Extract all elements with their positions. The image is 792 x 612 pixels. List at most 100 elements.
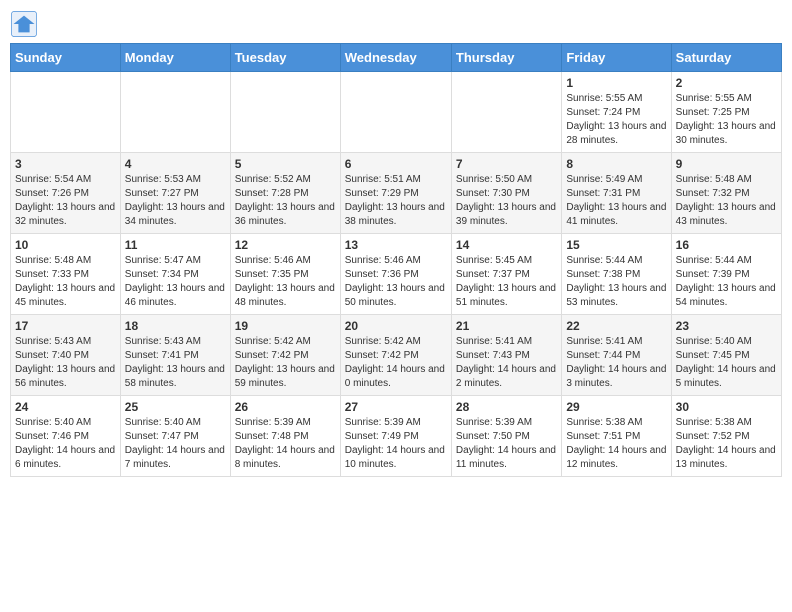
day-info: Sunrise: 5:40 AM Sunset: 7:46 PM Dayligh… (15, 416, 116, 472)
page-header (10, 10, 782, 38)
calendar-week-2: 3 Sunrise: 5:54 AM Sunset: 7:26 PM Daylig… (11, 153, 782, 234)
calendar-cell: 30 Sunrise: 5:38 AM Sunset: 7:52 PM Dayli… (671, 396, 781, 477)
calendar-cell (451, 72, 561, 153)
calendar-cell (11, 72, 121, 153)
day-info: Sunrise: 5:45 AM Sunset: 7:37 PM Dayligh… (456, 254, 557, 310)
calendar-cell: 7Sunrise: 5:50 AM Sunset: 7:30 PM Daylig… (451, 153, 561, 234)
day-info: Sunrise: 5:48 AM Sunset: 7:33 PM Dayligh… (15, 254, 116, 310)
day-number: 20 (345, 319, 447, 333)
day-info: Sunrise: 5:49 AM Sunset: 7:31 PM Dayligh… (566, 173, 666, 229)
calendar-week-1: 1Sunrise: 5:55 AM Sunset: 7:24 PM Daylig… (11, 72, 782, 153)
day-number: 13 (345, 238, 447, 252)
calendar-cell: 19 Sunrise: 5:42 AM Sunset: 7:42 PM Dayli… (230, 315, 340, 396)
day-info: Sunrise: 5:52 AM Sunset: 7:28 PM Dayligh… (235, 173, 336, 229)
day-number: 14 (456, 238, 557, 252)
calendar-cell: 29 Sunrise: 5:38 AM Sunset: 7:51 PM Dayli… (562, 396, 671, 477)
day-info: Sunrise: 5:40 AM Sunset: 7:45 PM Dayligh… (676, 335, 777, 391)
calendar-cell: 27 Sunrise: 5:39 AM Sunset: 7:49 PM Dayli… (340, 396, 451, 477)
calendar-cell: 16 Sunrise: 5:44 AM Sunset: 7:39 PM Dayli… (671, 234, 781, 315)
day-info: Sunrise: 5:39 AM Sunset: 7:48 PM Dayligh… (235, 416, 336, 472)
day-number: 30 (676, 400, 777, 414)
day-number: 26 (235, 400, 336, 414)
calendar-cell: 4Sunrise: 5:53 AM Sunset: 7:27 PM Daylig… (120, 153, 230, 234)
calendar-cell: 14 Sunrise: 5:45 AM Sunset: 7:37 PM Dayli… (451, 234, 561, 315)
day-info: Sunrise: 5:39 AM Sunset: 7:49 PM Dayligh… (345, 416, 447, 472)
day-info: Sunrise: 5:51 AM Sunset: 7:29 PM Dayligh… (345, 173, 447, 229)
calendar-week-4: 17 Sunrise: 5:43 AM Sunset: 7:40 PM Dayli… (11, 315, 782, 396)
calendar-cell: 22Sunrise: 5:41 AM Sunset: 7:44 PM Dayli… (562, 315, 671, 396)
day-number: 25 (125, 400, 226, 414)
calendar-cell: 11Sunrise: 5:47 AM Sunset: 7:34 PM Dayli… (120, 234, 230, 315)
calendar-cell: 8 Sunrise: 5:49 AM Sunset: 7:31 PM Daylig… (562, 153, 671, 234)
calendar-cell: 23 Sunrise: 5:40 AM Sunset: 7:45 PM Dayli… (671, 315, 781, 396)
day-info: Sunrise: 5:47 AM Sunset: 7:34 PM Dayligh… (125, 254, 226, 310)
header-cell-monday: Monday (120, 44, 230, 72)
day-info: Sunrise: 5:40 AM Sunset: 7:47 PM Dayligh… (125, 416, 226, 472)
calendar-cell: 15 Sunrise: 5:44 AM Sunset: 7:38 PM Dayli… (562, 234, 671, 315)
calendar-cell (230, 72, 340, 153)
day-number: 19 (235, 319, 336, 333)
calendar-cell: 20 Sunrise: 5:42 AM Sunset: 7:42 PM Dayli… (340, 315, 451, 396)
day-info: Sunrise: 5:43 AM Sunset: 7:40 PM Dayligh… (15, 335, 116, 391)
day-number: 15 (566, 238, 666, 252)
calendar-cell: 18 Sunrise: 5:43 AM Sunset: 7:41 PM Dayli… (120, 315, 230, 396)
day-info: Sunrise: 5:53 AM Sunset: 7:27 PM Dayligh… (125, 173, 226, 229)
header-cell-saturday: Saturday (671, 44, 781, 72)
calendar-cell: 17 Sunrise: 5:43 AM Sunset: 7:40 PM Dayli… (11, 315, 121, 396)
day-number: 16 (676, 238, 777, 252)
day-info: Sunrise: 5:38 AM Sunset: 7:52 PM Dayligh… (676, 416, 777, 472)
day-info: Sunrise: 5:44 AM Sunset: 7:38 PM Dayligh… (566, 254, 666, 310)
calendar-cell: 2 Sunrise: 5:55 AM Sunset: 7:25 PM Daylig… (671, 72, 781, 153)
day-number: 2 (676, 76, 777, 90)
day-number: 6 (345, 157, 447, 171)
calendar-cell: 13 Sunrise: 5:46 AM Sunset: 7:36 PM Dayli… (340, 234, 451, 315)
calendar-cell: 3 Sunrise: 5:54 AM Sunset: 7:26 PM Daylig… (11, 153, 121, 234)
day-number: 5 (235, 157, 336, 171)
calendar-cell: 24 Sunrise: 5:40 AM Sunset: 7:46 PM Dayli… (11, 396, 121, 477)
day-info: Sunrise: 5:55 AM Sunset: 7:25 PM Dayligh… (676, 92, 777, 148)
day-number: 23 (676, 319, 777, 333)
calendar-body: 1Sunrise: 5:55 AM Sunset: 7:24 PM Daylig… (11, 72, 782, 477)
calendar-table: SundayMondayTuesdayWednesdayThursdayFrid… (10, 43, 782, 477)
day-number: 18 (125, 319, 226, 333)
day-info: Sunrise: 5:38 AM Sunset: 7:51 PM Dayligh… (566, 416, 666, 472)
day-info: Sunrise: 5:42 AM Sunset: 7:42 PM Dayligh… (235, 335, 336, 391)
calendar-week-5: 24 Sunrise: 5:40 AM Sunset: 7:46 PM Dayli… (11, 396, 782, 477)
header-row: SundayMondayTuesdayWednesdayThursdayFrid… (11, 44, 782, 72)
day-info: Sunrise: 5:42 AM Sunset: 7:42 PM Dayligh… (345, 335, 447, 391)
calendar-cell: 28 Sunrise: 5:39 AM Sunset: 7:50 PM Dayli… (451, 396, 561, 477)
day-number: 21 (456, 319, 557, 333)
calendar-cell: 10Sunrise: 5:48 AM Sunset: 7:33 PM Dayli… (11, 234, 121, 315)
calendar-cell: 1Sunrise: 5:55 AM Sunset: 7:24 PM Daylig… (562, 72, 671, 153)
day-number: 1 (566, 76, 666, 90)
logo (10, 10, 42, 38)
calendar-cell (120, 72, 230, 153)
calendar-cell: 25 Sunrise: 5:40 AM Sunset: 7:47 PM Dayli… (120, 396, 230, 477)
day-number: 22 (566, 319, 666, 333)
day-info: Sunrise: 5:41 AM Sunset: 7:43 PM Dayligh… (456, 335, 557, 391)
day-info: Sunrise: 5:46 AM Sunset: 7:35 PM Dayligh… (235, 254, 336, 310)
calendar-cell (340, 72, 451, 153)
day-info: Sunrise: 5:39 AM Sunset: 7:50 PM Dayligh… (456, 416, 557, 472)
day-number: 27 (345, 400, 447, 414)
day-number: 24 (15, 400, 116, 414)
day-number: 29 (566, 400, 666, 414)
header-cell-sunday: Sunday (11, 44, 121, 72)
day-info: Sunrise: 5:43 AM Sunset: 7:41 PM Dayligh… (125, 335, 226, 391)
day-number: 17 (15, 319, 116, 333)
day-number: 3 (15, 157, 116, 171)
calendar-cell: 21 Sunrise: 5:41 AM Sunset: 7:43 PM Dayli… (451, 315, 561, 396)
day-info: Sunrise: 5:54 AM Sunset: 7:26 PM Dayligh… (15, 173, 116, 229)
header-cell-tuesday: Tuesday (230, 44, 340, 72)
day-number: 28 (456, 400, 557, 414)
logo-icon (10, 10, 38, 38)
calendar-cell: 6 Sunrise: 5:51 AM Sunset: 7:29 PM Daylig… (340, 153, 451, 234)
day-number: 8 (566, 157, 666, 171)
header-cell-wednesday: Wednesday (340, 44, 451, 72)
header-cell-thursday: Thursday (451, 44, 561, 72)
day-info: Sunrise: 5:46 AM Sunset: 7:36 PM Dayligh… (345, 254, 447, 310)
day-number: 7 (456, 157, 557, 171)
calendar-week-3: 10Sunrise: 5:48 AM Sunset: 7:33 PM Dayli… (11, 234, 782, 315)
day-info: Sunrise: 5:44 AM Sunset: 7:39 PM Dayligh… (676, 254, 777, 310)
day-number: 9 (676, 157, 777, 171)
